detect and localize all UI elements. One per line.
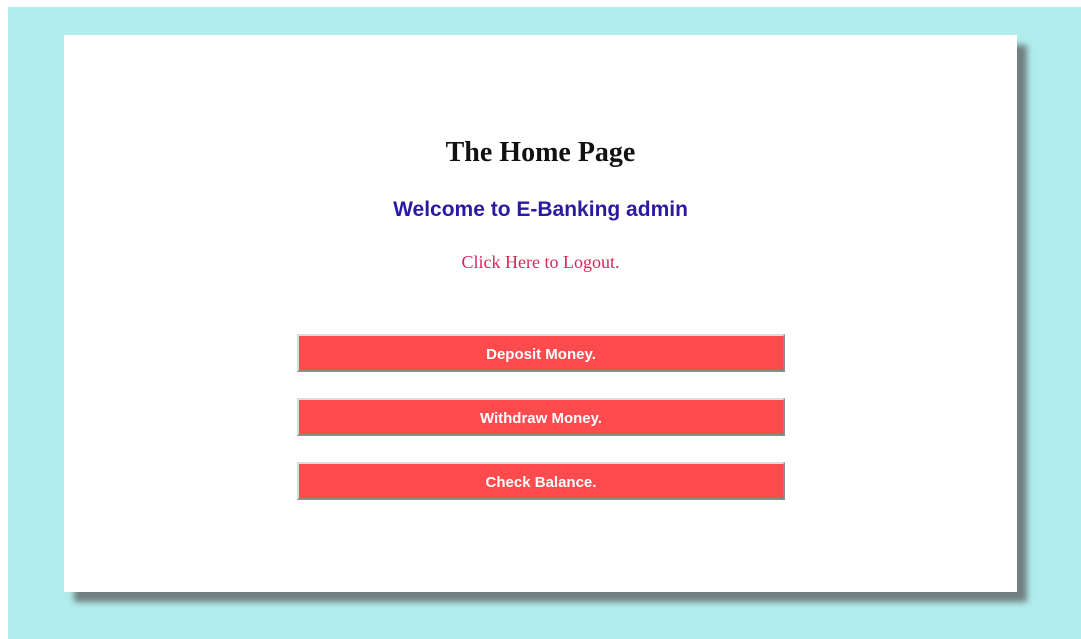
withdraw-money-button[interactable]: Withdraw Money. (297, 398, 785, 436)
page-title: The Home Page (445, 137, 636, 168)
check-balance-button[interactable]: Check Balance. (297, 462, 785, 500)
logout-link[interactable]: Click Here to Logout. (64, 252, 1017, 273)
home-card: The Home Page Welcome to E-Banking admin… (64, 35, 1017, 592)
page-background: The Home Page Welcome to E-Banking admin… (8, 7, 1081, 639)
welcome-message: Welcome to E-Banking admin (393, 198, 688, 221)
deposit-money-button[interactable]: Deposit Money. (297, 334, 785, 372)
